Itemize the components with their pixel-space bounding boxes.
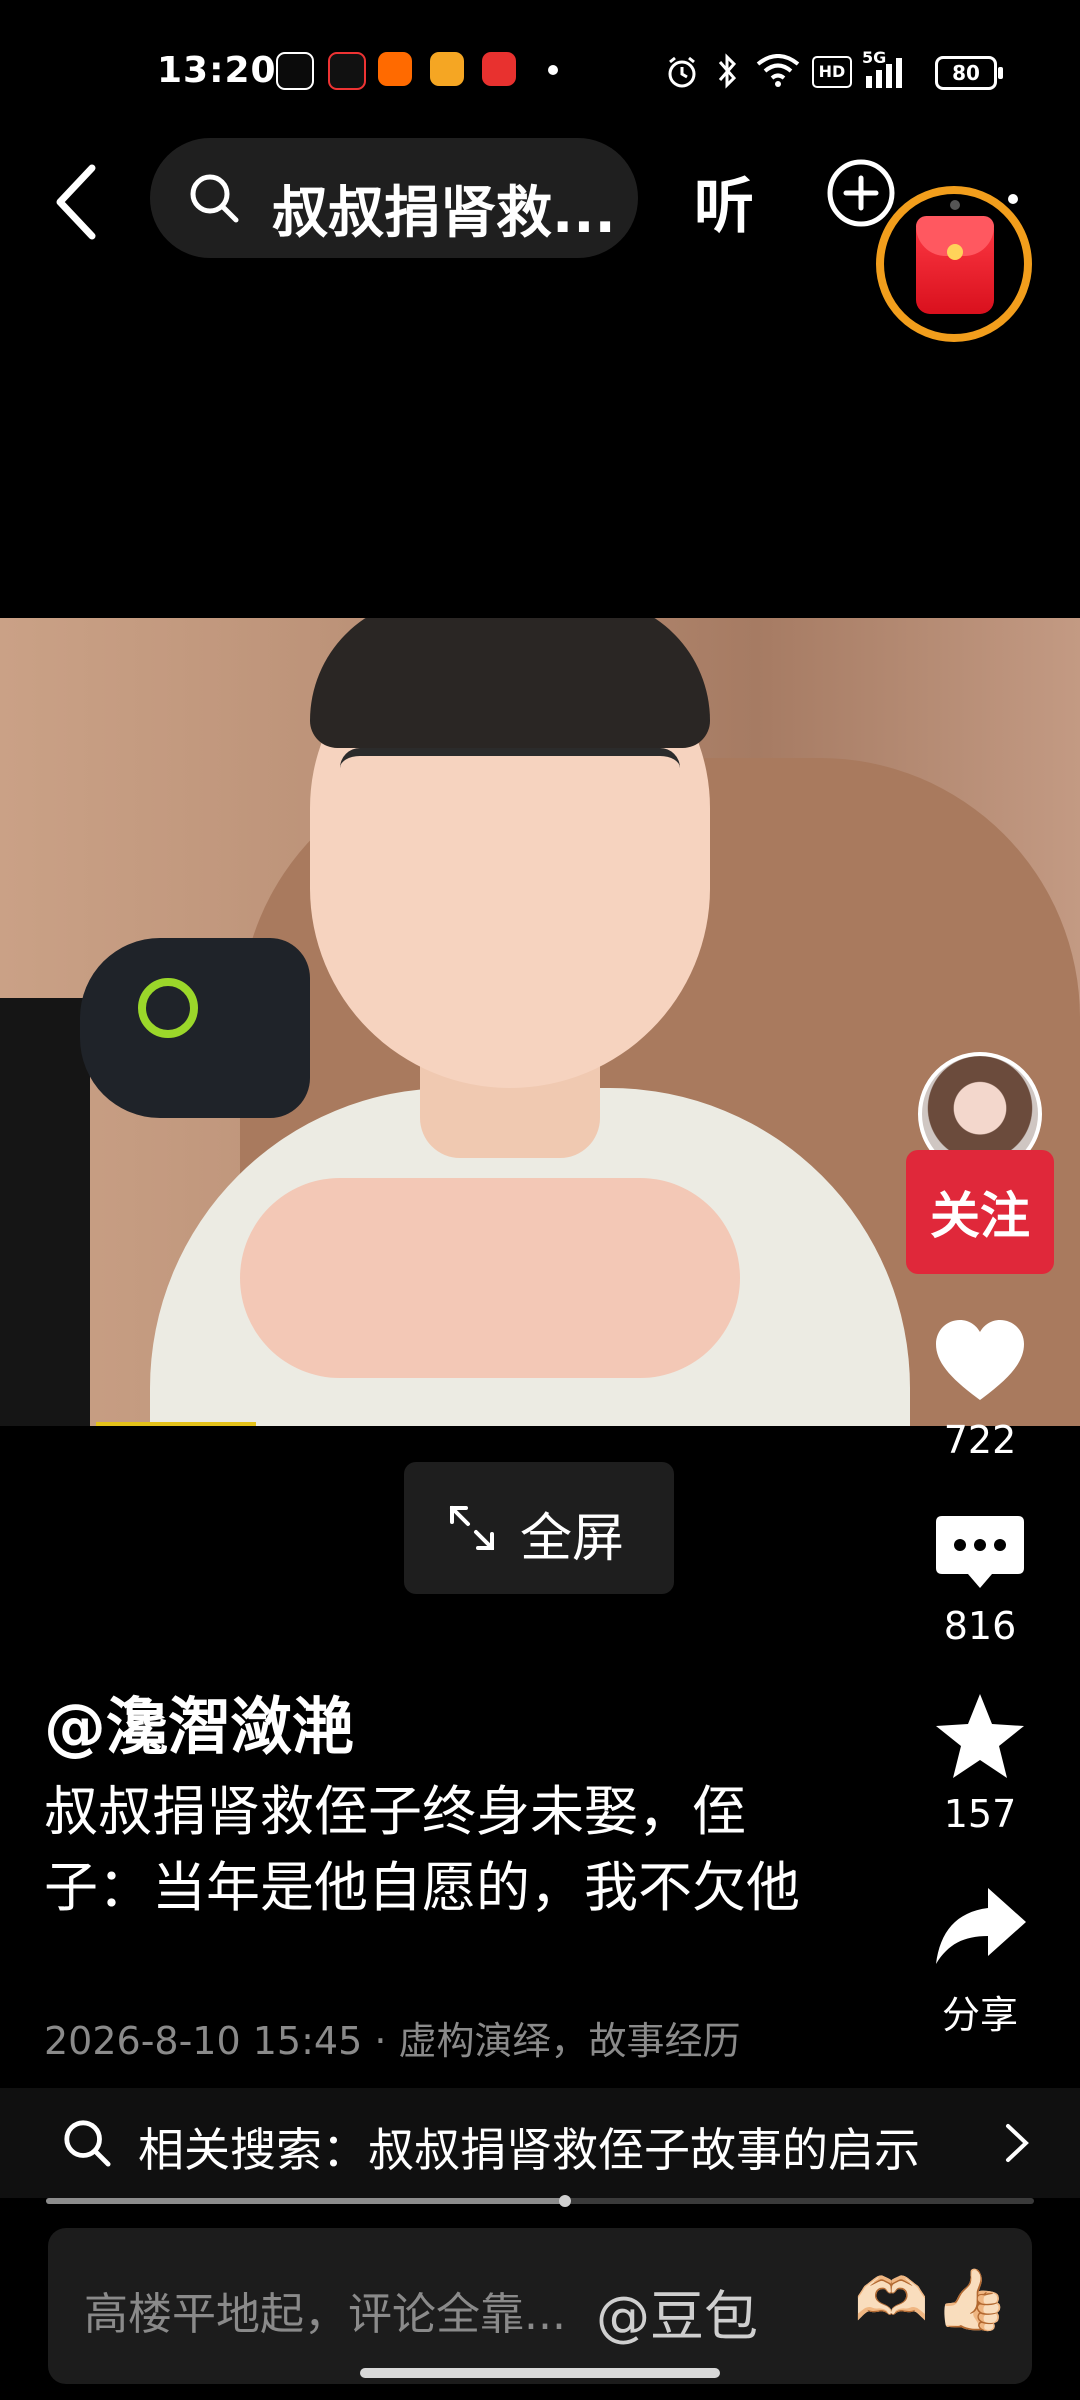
tiktok-icon <box>328 52 366 90</box>
video-person-hair <box>310 618 710 748</box>
related-search-icon <box>64 2120 111 2167</box>
home-indicator <box>360 2368 720 2378</box>
comment-placeholder: 高楼平地起，评论全靠... <box>84 2289 566 2340</box>
related-search-bar[interactable]: 相关搜索：叔叔捐肾救侄子故事的启示 <box>0 2088 1080 2198</box>
follow-button[interactable]: 关注 <box>906 1150 1054 1274</box>
more-options-icon[interactable] <box>1008 194 1018 204</box>
author-name[interactable]: @瀺潪潋滟 <box>44 1676 354 1766</box>
red-envelope-icon <box>916 216 994 314</box>
bluetooth-icon <box>718 53 737 89</box>
add-icon[interactable] <box>826 158 896 228</box>
video-description: 叔叔捐肾救侄子终身未娶，侄子：当年是他自愿的，我不欠他 <box>44 1780 800 1919</box>
signal-icon <box>866 58 902 88</box>
wechat-icon <box>276 52 314 90</box>
video-microphone <box>80 938 310 1118</box>
fullscreen-label: 全屏 <box>520 1509 625 1569</box>
post-meta: 2026-8-10 15:45 · 虚构演绎，故事经历 <box>44 2019 741 2063</box>
favorite-star-icon[interactable] <box>930 1688 1030 1788</box>
comment-count: 816 <box>943 1604 1017 1648</box>
related-search-text: 相关搜索：叔叔捐肾救侄子故事的启示 <box>138 2123 920 2177</box>
red-packet-pin <box>950 200 960 210</box>
thumbs-up-emoji[interactable]: 👍🏻 <box>934 2264 1009 2335</box>
chevron-right-icon <box>1006 2124 1029 2162</box>
expand-icon <box>450 1506 494 1550</box>
progress-knob[interactable] <box>558 2195 571 2207</box>
search-bar[interactable]: 叔叔捐肾救... <box>150 138 638 258</box>
red-packet-button[interactable] <box>876 186 1032 342</box>
microphone-logo-icon <box>138 978 198 1038</box>
video-person-hands <box>240 1178 740 1378</box>
search-icon <box>190 174 239 223</box>
search-query: 叔叔捐肾救... <box>272 181 616 246</box>
comment-input[interactable]: 高楼平地起，评论全靠... @豆包 🫶🏻 👍🏻 <box>48 2228 1032 2384</box>
video-person-glasses <box>340 748 680 846</box>
clock: 13:20 <box>157 50 277 91</box>
mention-button[interactable]: @豆包 <box>596 2272 758 2351</box>
share-label: 分享 <box>941 1993 1018 2037</box>
favorite-count: 157 <box>943 1792 1017 1836</box>
fullscreen-button[interactable]: 全屏 <box>404 1462 674 1594</box>
more-notifications-dot <box>548 65 558 75</box>
wifi-icon <box>756 54 800 87</box>
video-player[interactable] <box>0 618 1080 1426</box>
like-heart-icon[interactable] <box>930 1312 1030 1412</box>
status-bar: 13:20 HD 5G 80 <box>0 0 1080 140</box>
video-mic-stand <box>0 998 90 1426</box>
back-arrow-icon[interactable] <box>52 162 102 242</box>
taobao-icon <box>378 52 412 86</box>
alarm-icon <box>668 56 696 88</box>
progress-fill <box>46 2198 565 2204</box>
game-app-icon <box>482 52 516 86</box>
battery-indicator: 80 <box>935 56 1003 90</box>
heart-hands-emoji[interactable]: 🫶🏻 <box>854 2264 929 2335</box>
video-subtitle-strip <box>96 1422 256 1426</box>
video-app-icon <box>430 52 464 86</box>
share-arrow-icon[interactable] <box>930 1876 1030 1976</box>
like-count: 722 <box>943 1418 1017 1462</box>
hd-badge: HD <box>812 56 852 88</box>
video-progress-bar[interactable] <box>46 2195 1034 2207</box>
comment-icon[interactable] <box>930 1506 1030 1606</box>
listen-button[interactable]: 听 <box>694 158 754 245</box>
